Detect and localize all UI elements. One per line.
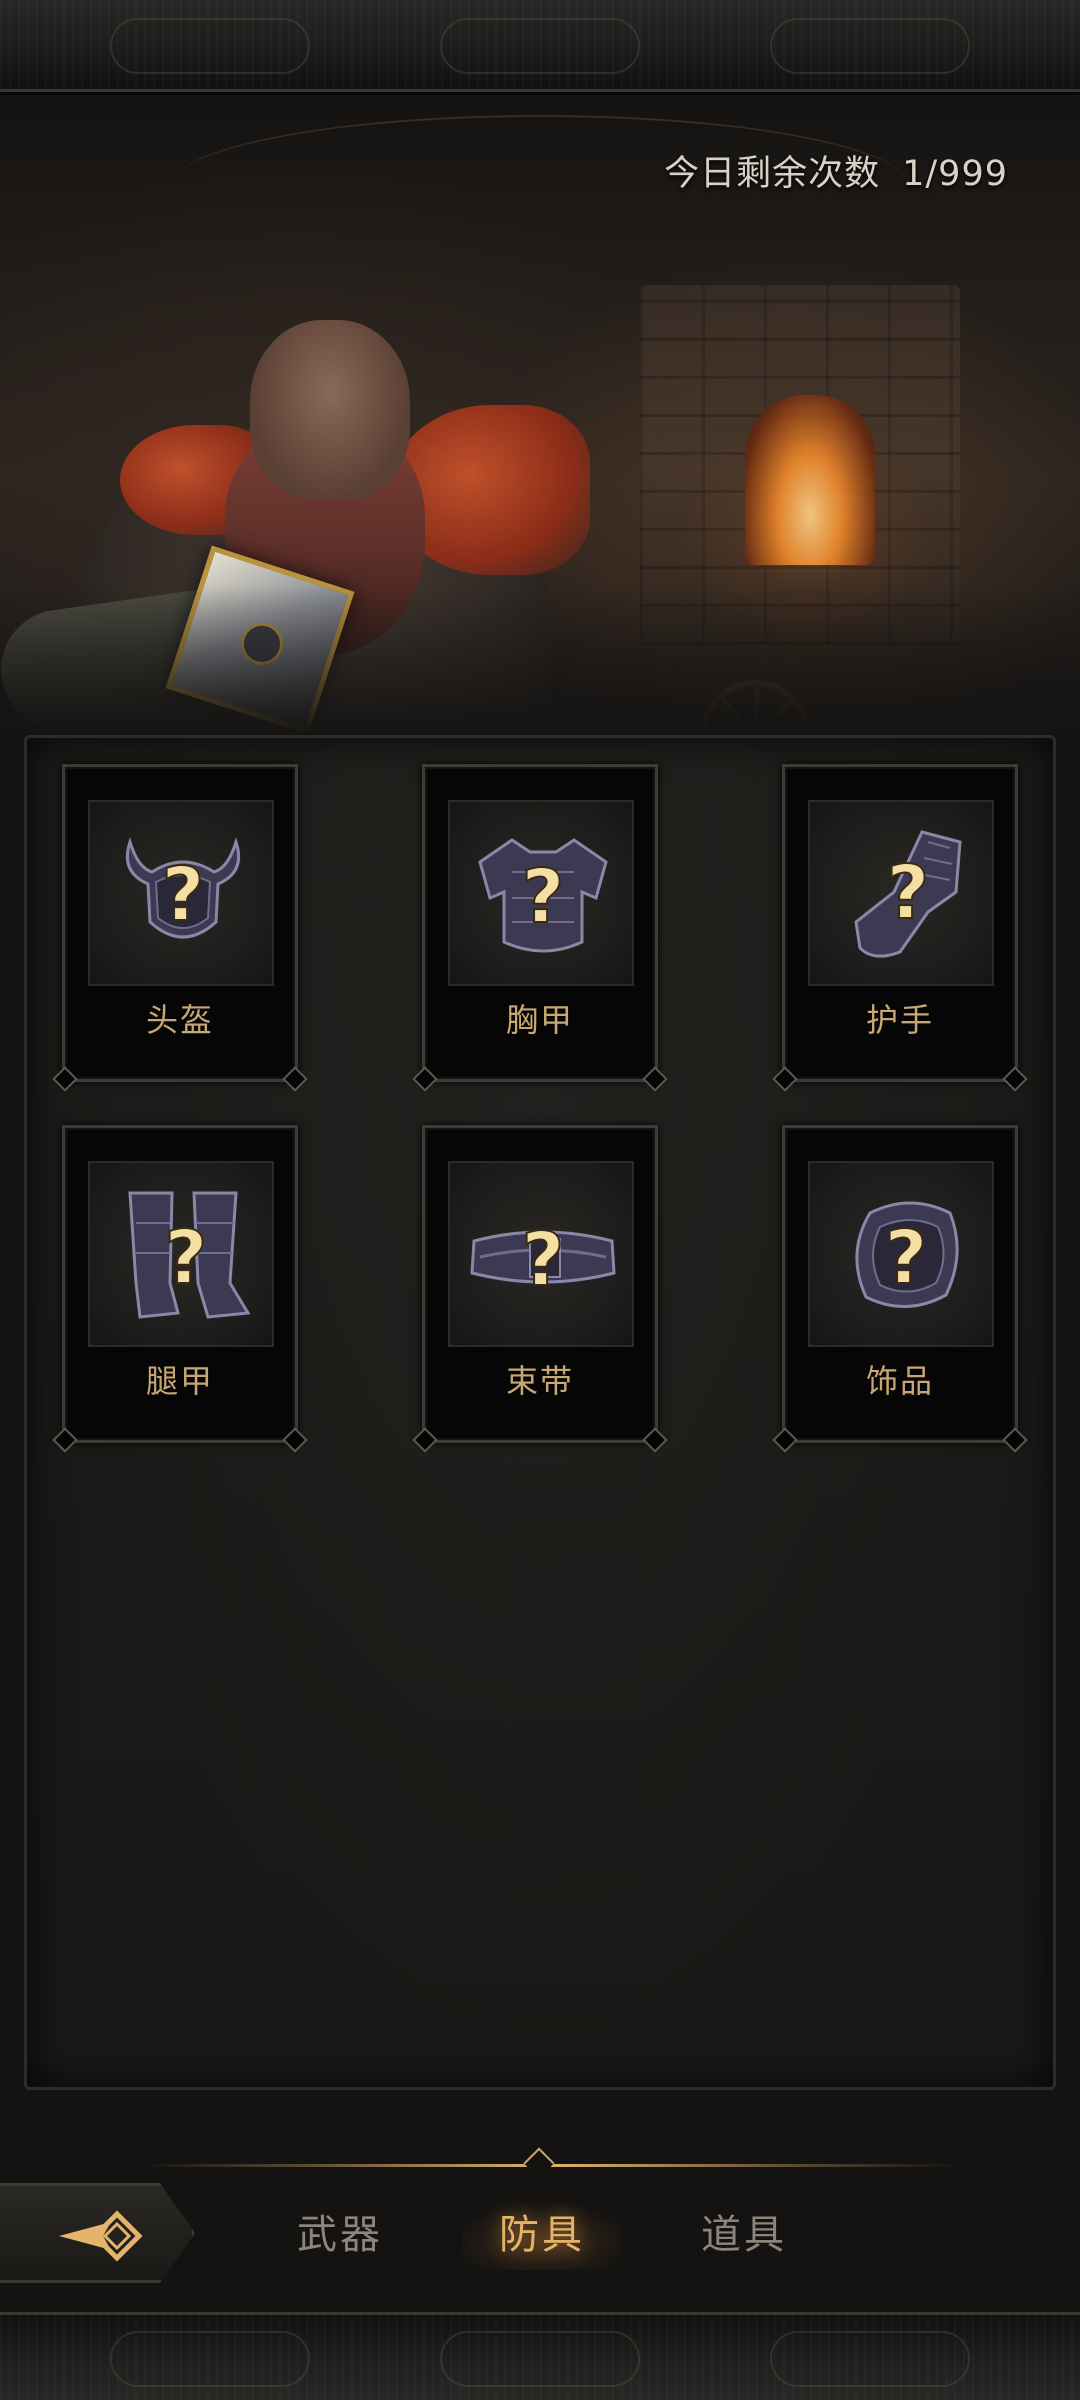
bottom-ornament-right <box>770 2331 970 2387</box>
slot-helmet-label: 头盔 <box>145 1001 214 1039</box>
back-arrow-icon <box>59 2210 143 2262</box>
belt-icon: ? <box>470 1216 616 1304</box>
top-ornament-left <box>110 18 310 74</box>
leg-armor-icon: ? <box>128 1191 251 1319</box>
tab-weapons[interactable]: 武器 <box>260 2200 420 2270</box>
slot-gauntlet[interactable]: ? 护手 <box>782 764 1018 1082</box>
helmet-icon: ? <box>125 837 241 939</box>
slot-belt-label: 束带 <box>505 1362 574 1400</box>
svg-text:?: ? <box>522 854 565 940</box>
trinket-icon: ? <box>855 1201 959 1308</box>
remaining-attempts: 今日剩余次数 1/999 <box>664 145 1008 196</box>
slot-gauntlet-label: 护手 <box>865 1001 934 1039</box>
svg-text:?: ? <box>165 1215 208 1301</box>
slot-helmet[interactable]: ? 头盔 <box>62 764 298 1082</box>
top-ornament-bar <box>0 0 1080 92</box>
nav-active-indicator <box>523 2147 555 2179</box>
banner-fade <box>0 585 1080 735</box>
svg-text:?: ? <box>522 1217 565 1303</box>
bottom-ornament-left <box>110 2331 310 2387</box>
back-button[interactable] <box>0 2183 195 2283</box>
tab-armor[interactable]: 防具 <box>462 2200 622 2270</box>
slot-trinket-icon-box: ? <box>808 1161 994 1347</box>
slot-trinket-label: 饰品 <box>865 1362 934 1400</box>
slot-trinket[interactable]: ? 饰品 <box>782 1125 1018 1443</box>
chest-armor-icon: ? <box>478 838 608 953</box>
slot-helmet-icon-box: ? <box>88 800 274 986</box>
top-ornament-center <box>440 18 640 74</box>
remaining-label: 今日剩余次数 <box>664 154 881 194</box>
slot-leg-armor-icon-box: ? <box>88 1161 274 1347</box>
svg-text:?: ? <box>885 1215 928 1301</box>
bottom-ornament-center <box>440 2331 640 2387</box>
slot-leg-armor-label: 腿甲 <box>145 1362 214 1400</box>
svg-text:?: ? <box>887 850 930 936</box>
bottom-ornament-bar <box>0 2312 1080 2400</box>
remaining-count: 1/999 <box>902 154 1008 194</box>
slot-belt[interactable]: ? 束带 <box>422 1125 658 1443</box>
gauntlet-icon: ? <box>854 830 962 958</box>
slot-chest-armor[interactable]: ? 胸甲 <box>422 764 658 1082</box>
slot-chest-armor-label: 胸甲 <box>505 1001 574 1039</box>
forge-fire <box>745 395 875 565</box>
top-ornament-right <box>770 18 970 74</box>
blacksmith-head <box>250 320 410 500</box>
tab-items[interactable]: 道具 <box>664 2200 824 2270</box>
slot-belt-icon-box: ? <box>448 1161 634 1347</box>
slot-gauntlet-icon-box: ? <box>808 800 994 986</box>
slot-leg-armor[interactable]: ? 腿甲 <box>62 1125 298 1443</box>
svg-text:?: ? <box>162 852 205 938</box>
slot-chest-armor-icon-box: ? <box>448 800 634 986</box>
